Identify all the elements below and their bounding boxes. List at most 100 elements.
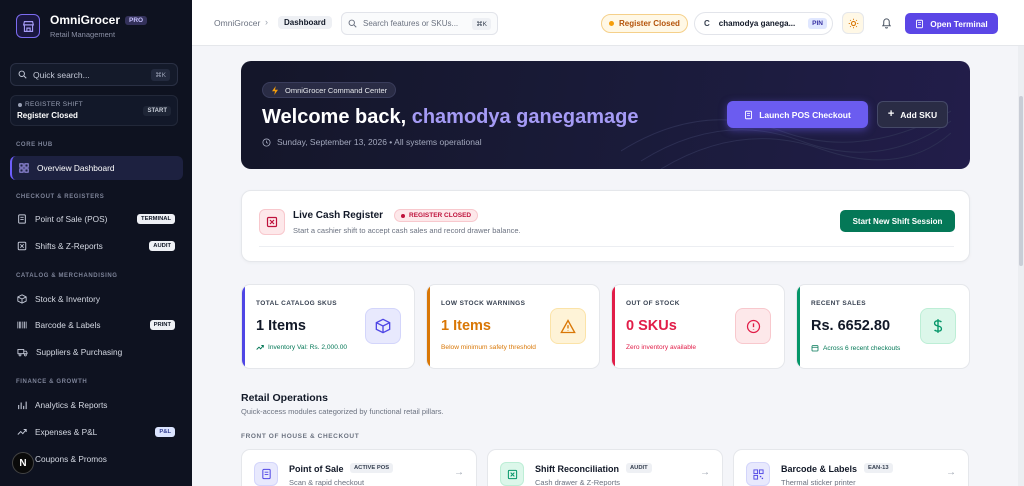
- scrollbar-thumb[interactable]: [1019, 96, 1023, 266]
- plus-icon: +: [887, 108, 895, 120]
- alert-circle-icon: [735, 308, 771, 344]
- chevron-right-icon: ›: [265, 17, 268, 27]
- add-sku-button[interactable]: + Add SKU: [877, 101, 948, 128]
- stat-note: Below minimum safety threshold: [441, 344, 536, 351]
- register-status-dot: [18, 103, 22, 107]
- sidebar-item-label: Barcode & Labels: [35, 320, 101, 330]
- module-title: Barcode & Labels: [781, 464, 858, 474]
- stat-label: LOW STOCK WARNINGS: [441, 300, 526, 307]
- open-terminal-button[interactable]: Open Terminal: [905, 13, 998, 34]
- sidebar-item-expenses[interactable]: Expenses & P&L P&L: [10, 420, 183, 444]
- search-shortcut: ⌘K: [472, 17, 491, 30]
- user-menu[interactable]: C chamodya ganega... PIN: [694, 12, 833, 35]
- terminal-icon: [254, 462, 278, 486]
- section-core-hub: CORE HUB: [16, 142, 53, 148]
- stat-card-out-of-stock[interactable]: OUT OF STOCK 0 SKUs Zero inventory avail…: [611, 284, 785, 369]
- live-cash-register-card: Live Cash Register REGISTER CLOSED Start…: [241, 190, 970, 262]
- register-shift-box[interactable]: REGISTER SHIFT Register Closed START: [10, 95, 178, 126]
- stat-card-low-stock[interactable]: LOW STOCK WARNINGS 1 Items Below minimum…: [426, 284, 600, 369]
- theme-toggle-button[interactable]: [842, 12, 864, 34]
- stat-note: Across 6 recent checkouts: [811, 344, 900, 352]
- breadcrumb-root[interactable]: OmniGrocer: [214, 18, 260, 28]
- box-icon: [17, 294, 27, 304]
- sidebar-item-stock[interactable]: Stock & Inventory: [10, 287, 183, 311]
- sidebar-item-label: Point of Sale (POS): [35, 214, 108, 224]
- terminal-badge: TERMINAL: [137, 214, 175, 224]
- dashboard-icon: [19, 163, 29, 173]
- bolt-icon: [272, 85, 278, 95]
- stat-value: 1 Items: [256, 318, 306, 334]
- operations-category: FRONT OF HOUSE & CHECKOUT: [241, 433, 360, 440]
- module-shift-reconciliation[interactable]: Shift Reconciliation AUDIT Cash drawer &…: [487, 449, 723, 486]
- sidebar-item-analytics[interactable]: Analytics & Reports: [10, 393, 183, 417]
- section-finance: FINANCE & GROWTH: [16, 379, 88, 385]
- register-start-button[interactable]: START: [143, 106, 171, 116]
- dollar-icon: [920, 308, 956, 344]
- pin-badge: PIN: [808, 18, 827, 29]
- sidebar-item-overview[interactable]: Overview Dashboard: [10, 156, 183, 180]
- terminal-icon: [745, 110, 753, 119]
- operations-subtitle: Quick-access modules categorized by func…: [241, 407, 444, 416]
- calendar-icon: [811, 345, 819, 352]
- sidebar-item-shifts[interactable]: Shifts & Z-Reports AUDIT: [10, 234, 183, 258]
- register-status-pill[interactable]: Register Closed: [601, 14, 688, 33]
- module-barcode-labels[interactable]: Barcode & Labels EAN-13 Thermal sticker …: [733, 449, 969, 486]
- module-point-of-sale[interactable]: Point of Sale ACTIVE POS Scan & rapid ch…: [241, 449, 477, 486]
- register-status-label: Register Closed: [619, 19, 680, 28]
- stat-value: 1 Items: [441, 318, 491, 334]
- module-title: Point of Sale: [289, 464, 344, 474]
- sidebar-item-label: Expenses & P&L: [35, 427, 98, 437]
- stat-card-catalog[interactable]: TOTAL CATALOG SKUS 1 Items Inventory Val…: [241, 284, 415, 369]
- welcome-text: Welcome back,: [262, 106, 407, 128]
- search-icon: [18, 70, 27, 79]
- scrollbar[interactable]: [1018, 46, 1024, 486]
- stat-value: 0 SKUs: [626, 318, 677, 334]
- sidebar-item-label: Analytics & Reports: [35, 400, 108, 410]
- truck-icon: [17, 349, 28, 357]
- sidebar-item-pos[interactable]: Point of Sale (POS) TERMINAL: [10, 207, 183, 231]
- open-terminal-label: Open Terminal: [930, 18, 988, 29]
- sidebar-item-barcode[interactable]: Barcode & Labels PRINT: [10, 313, 183, 337]
- store-icon: [16, 14, 40, 38]
- search-input[interactable]: Search features or SKUs... ⌘K: [341, 12, 498, 35]
- register-card-title: Live Cash Register: [293, 210, 384, 221]
- print-badge: PRINT: [149, 320, 175, 330]
- stat-label: OUT OF STOCK: [626, 300, 680, 307]
- add-sku-label: Add SKU: [900, 109, 938, 120]
- start-shift-button[interactable]: Start New Shift Session: [840, 210, 955, 232]
- topbar: OmniGrocer › Dashboard Search features o…: [192, 0, 1024, 46]
- clock-icon: [262, 137, 271, 147]
- register-card-subtitle: Start a cashier shift to accept cash sal…: [293, 226, 521, 235]
- sidebar-item-label: Overview Dashboard: [37, 163, 115, 173]
- module-badge: EAN-13: [864, 463, 893, 473]
- user-initial: C: [704, 19, 710, 28]
- arrow-right-icon: →: [454, 467, 464, 478]
- warning-icon: [550, 308, 586, 344]
- search-placeholder: Search features or SKUs...: [363, 19, 459, 28]
- section-catalog: CATALOG & MERCHANDISING: [16, 273, 118, 279]
- brand[interactable]: OmniGrocer PRO Retail Management: [16, 13, 148, 39]
- sidebar-item-coupons[interactable]: Coupons & Promos: [10, 447, 183, 471]
- pro-badge: PRO: [125, 15, 148, 25]
- user-name: chamodya ganega...: [718, 19, 796, 28]
- register-closed-label: REGISTER CLOSED: [409, 212, 472, 219]
- launch-pos-button[interactable]: Launch POS Checkout: [727, 101, 868, 128]
- brand-name: OmniGrocer: [50, 13, 121, 27]
- notifications-button[interactable]: [875, 12, 897, 34]
- module-title: Shift Reconciliation: [535, 464, 620, 474]
- shift-report-icon: [500, 462, 524, 486]
- terminal-icon: [18, 214, 26, 224]
- sidebar-item-suppliers[interactable]: Suppliers & Purchasing: [10, 340, 183, 364]
- barcode-icon: [17, 321, 27, 329]
- arrow-right-icon: →: [946, 467, 956, 478]
- stat-value: Rs. 6652.80: [811, 318, 891, 334]
- box-icon: [365, 308, 401, 344]
- register-closed-icon: [259, 209, 285, 235]
- avatar[interactable]: N: [12, 452, 34, 474]
- stat-label: RECENT SALES: [811, 300, 867, 307]
- command-center-label: OmniGrocer Command Center: [285, 85, 388, 95]
- quick-search[interactable]: Quick search... ⌘K: [10, 63, 178, 86]
- sidebar-item-label: Shifts & Z-Reports: [35, 241, 103, 251]
- operations-title: Retail Operations: [241, 392, 328, 404]
- stat-card-recent-sales[interactable]: RECENT SALES Rs. 6652.80 Across 6 recent…: [796, 284, 970, 369]
